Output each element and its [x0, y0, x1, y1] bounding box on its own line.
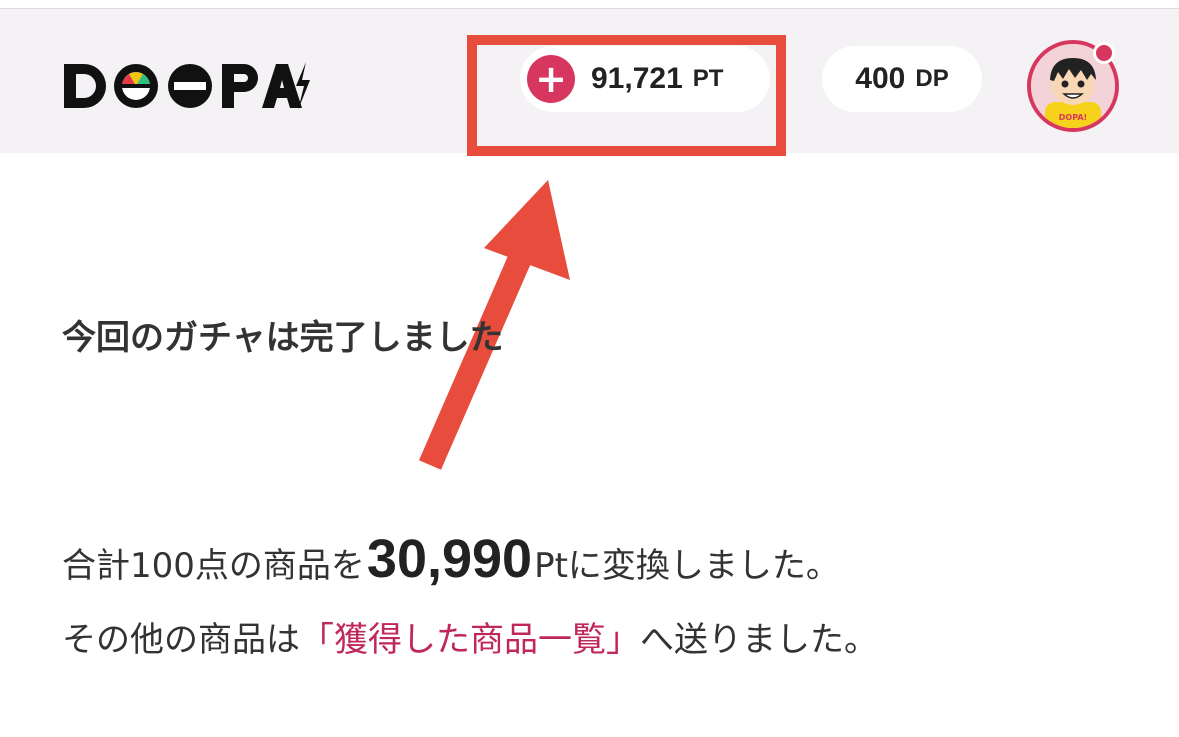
avatar-badge-text: DOPA!: [1059, 113, 1087, 122]
acquired-items-list-link[interactable]: 「獲得した商品一覧」: [300, 620, 640, 660]
user-avatar[interactable]: DOPA!: [1027, 40, 1119, 132]
top-divider: [0, 0, 1179, 9]
dp-value: 400: [855, 62, 906, 95]
dp-balance[interactable]: 400 DP: [822, 46, 982, 112]
annotation-highlight-box: [467, 35, 786, 156]
conversion-summary: 合計100点の商品を 30,990 Ptに変換しました。: [62, 528, 840, 590]
conversion-prefix: 合計100点の商品を: [62, 546, 365, 586]
converted-points-amount: 30,990: [366, 529, 533, 589]
gacha-complete-message: 今回のガチャは完了しました: [62, 318, 504, 358]
dp-unit: DP: [915, 65, 949, 92]
other-items-notice: その他の商品は「獲得した商品一覧」へ送りました。: [62, 612, 878, 661]
logo-mark: [64, 62, 310, 110]
other-items-suffix: へ送りました。: [640, 620, 878, 660]
dopa-logo[interactable]: [62, 60, 312, 112]
other-items-prefix: その他の商品は: [62, 620, 300, 660]
conversion-suffix: Ptに変換しました。: [534, 546, 840, 586]
notification-dot-icon: [1093, 42, 1115, 64]
